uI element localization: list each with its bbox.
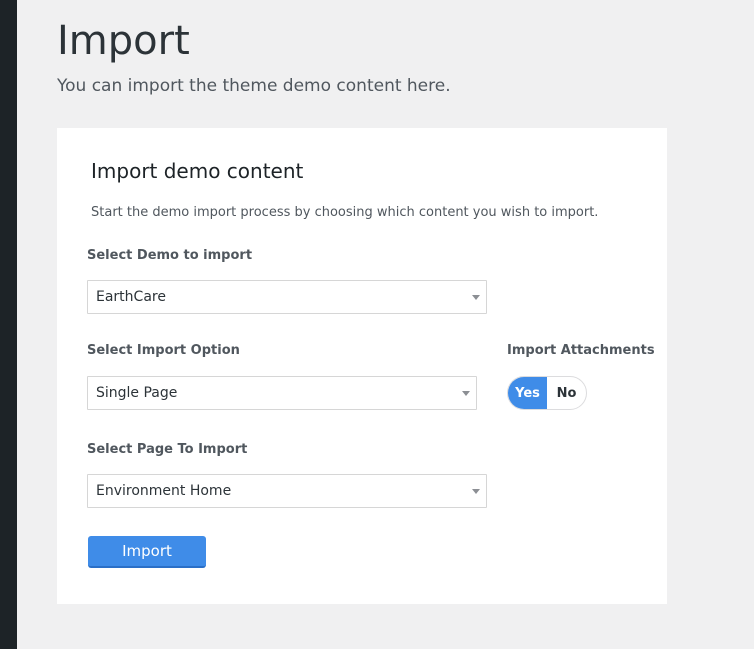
card-description: Start the demo import process by choosin… xyxy=(91,205,599,220)
chevron-down-icon xyxy=(472,295,480,300)
attachments-yes-option[interactable]: Yes xyxy=(508,377,547,409)
demo-select-value: EarthCare xyxy=(96,289,166,305)
import-option-select[interactable]: Single Page xyxy=(87,376,477,410)
page-to-import-label: Select Page To Import xyxy=(87,442,248,457)
demo-select[interactable]: EarthCare xyxy=(87,280,487,314)
page-title: Import xyxy=(57,18,190,64)
page-to-import-select[interactable]: Environment Home xyxy=(87,474,487,508)
page-subtitle: You can import the theme demo content he… xyxy=(57,76,451,96)
admin-sidebar-edge xyxy=(0,0,17,649)
page-to-import-value: Environment Home xyxy=(96,483,232,499)
attachments-no-option[interactable]: No xyxy=(547,377,586,409)
chevron-down-icon xyxy=(462,391,470,396)
import-option-value: Single Page xyxy=(96,385,178,401)
demo-select-label: Select Demo to import xyxy=(87,248,253,263)
import-card: Import demo content Start the demo impor… xyxy=(57,128,667,604)
card-title: Import demo content xyxy=(91,159,304,183)
import-button[interactable]: Import xyxy=(88,536,206,568)
attachments-toggle[interactable]: Yes No xyxy=(507,376,587,410)
import-option-label: Select Import Option xyxy=(87,343,240,358)
attachments-label: Import Attachments xyxy=(507,343,655,358)
chevron-down-icon xyxy=(472,489,480,494)
